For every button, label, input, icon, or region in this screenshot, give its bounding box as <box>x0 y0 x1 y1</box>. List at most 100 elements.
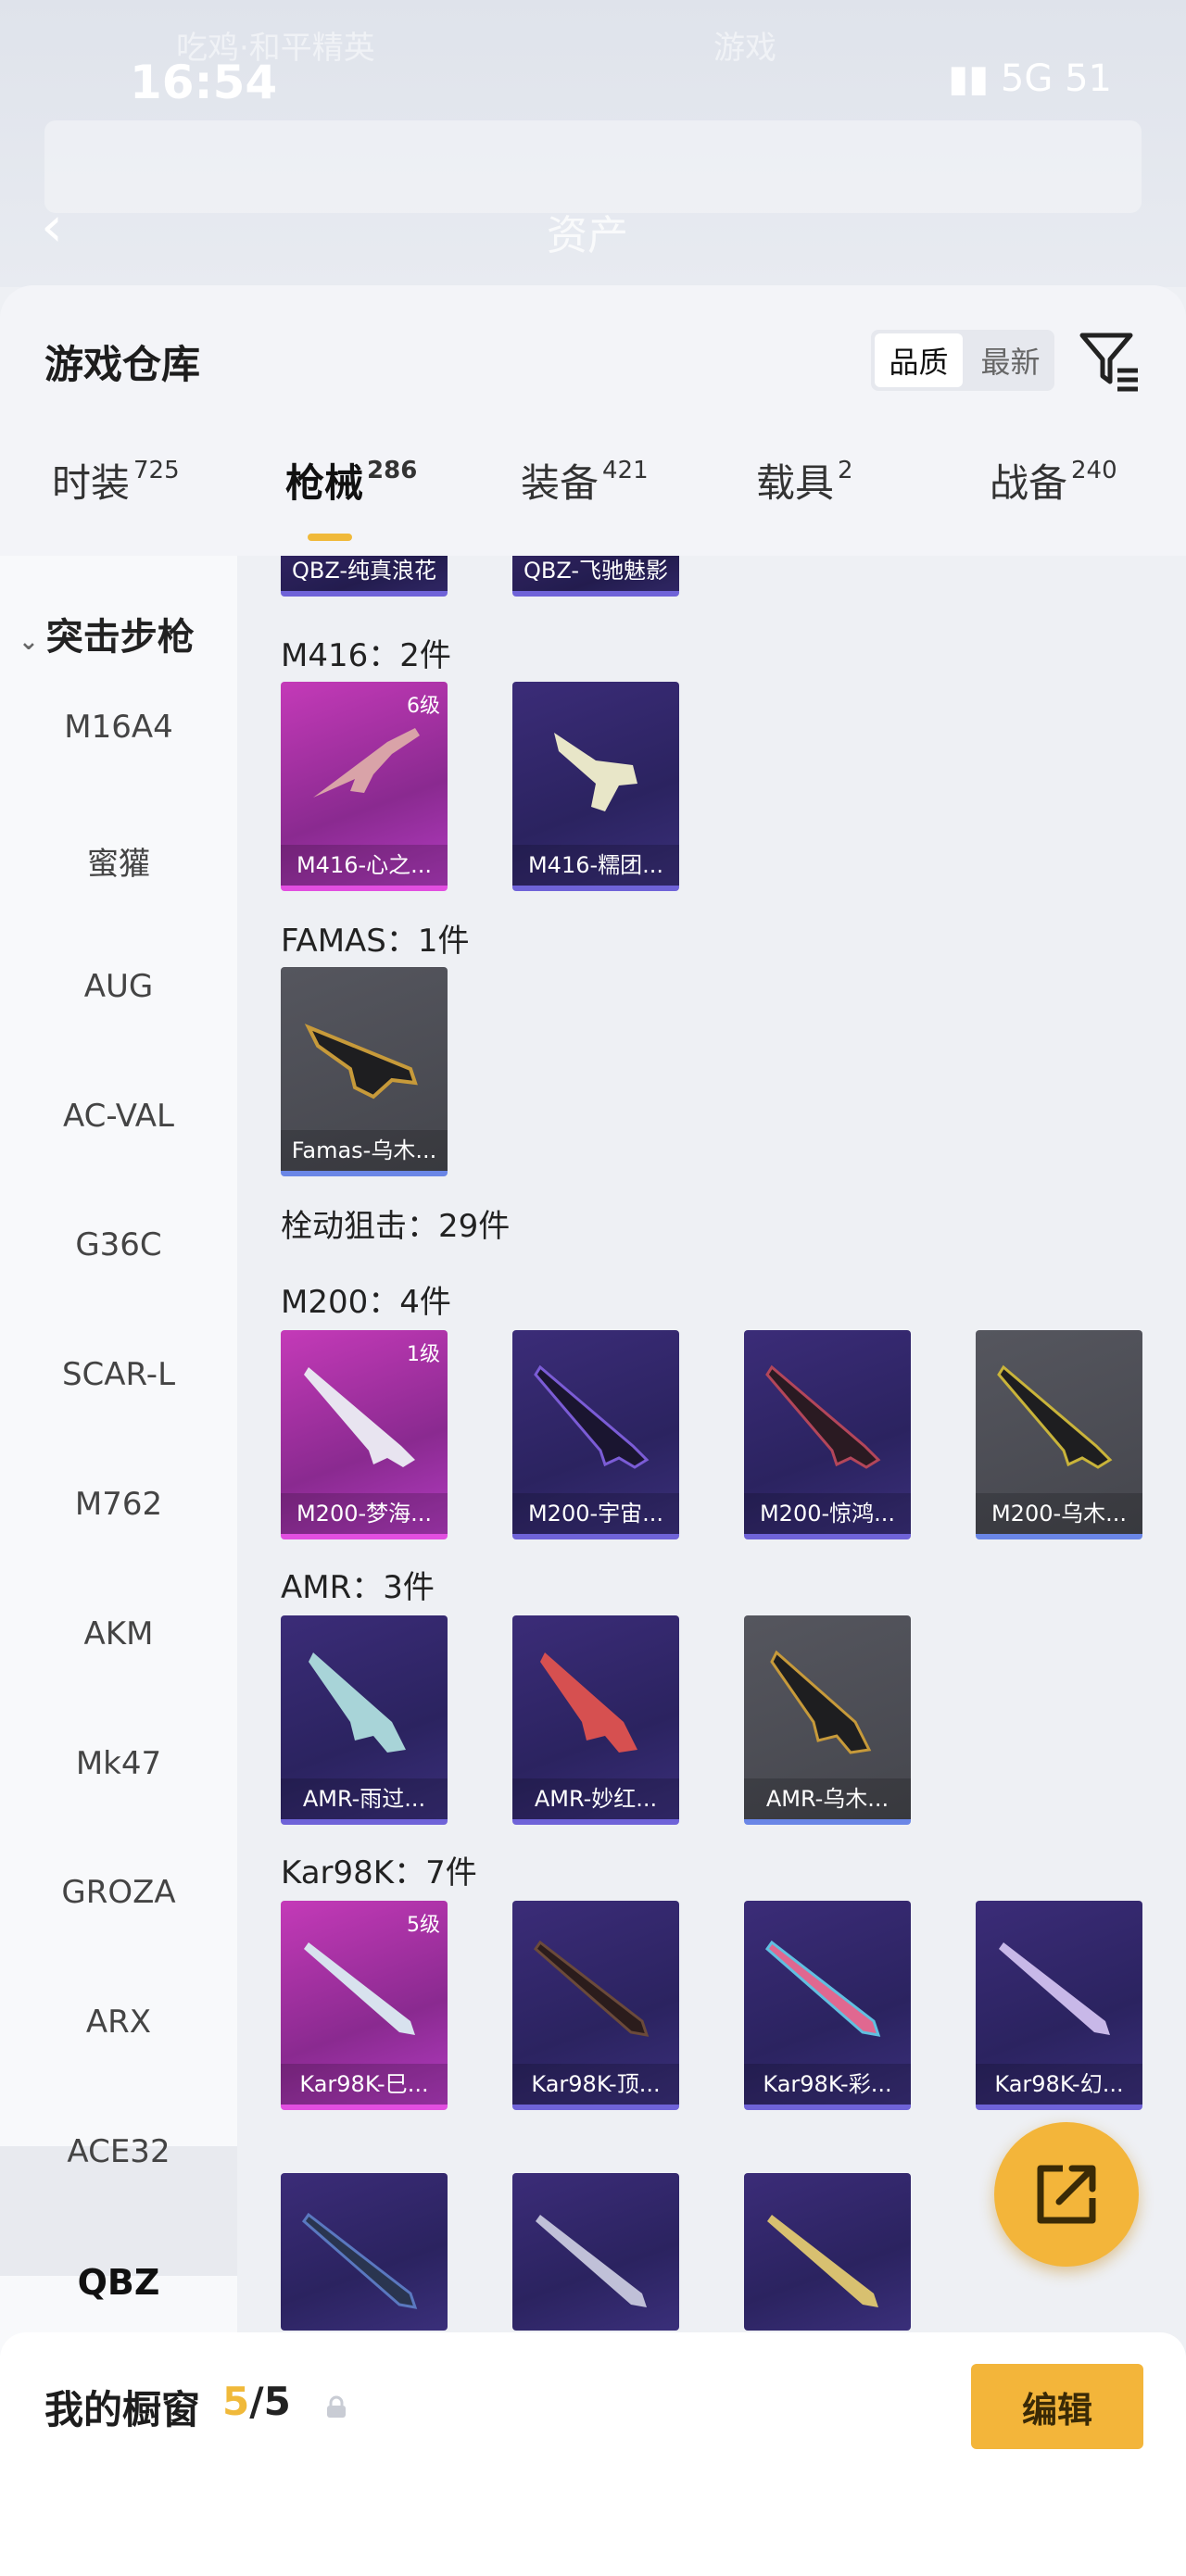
tab-label: 装备 <box>521 460 599 506</box>
sort-latest-button[interactable]: 最新 <box>966 330 1054 391</box>
tab-count: 725 <box>133 457 180 484</box>
sidebar-item[interactable]: M16A4 <box>0 709 237 746</box>
active-tab-indicator <box>308 534 352 541</box>
background-center-label: 资产 <box>547 212 628 259</box>
skin-name: M200-宇宙... <box>512 1493 679 1534</box>
skin-card[interactable]: QBZ-飞驰魅影 <box>512 556 679 597</box>
skin-card[interactable]: Famas-乌木... <box>281 967 448 1176</box>
group-label: M200：4件 <box>281 1284 451 1321</box>
skin-card[interactable]: AMR-雨过... <box>281 1615 448 1825</box>
sidebar-item[interactable]: AKM <box>0 1615 237 1652</box>
tab-label: 枪械 <box>285 460 364 506</box>
skin-name: M200-惊鸿... <box>744 1493 911 1534</box>
group-label: Kar98K：7件 <box>281 1854 477 1891</box>
showcase-title: 我的橱窗 <box>44 2387 201 2432</box>
battery-level: 51 <box>1065 57 1112 100</box>
skin-name: AMR-妙红... <box>512 1778 679 1819</box>
tab-vehicles[interactable]: 载具 2 <box>756 452 853 554</box>
tab-label: 载具 <box>756 460 835 506</box>
share-button[interactable] <box>994 2122 1139 2267</box>
gun-icon <box>770 1650 872 1754</box>
sidebar-section-header[interactable]: ⌄ 突击步枪 <box>19 607 195 660</box>
skin-card[interactable]: 1级 M200-梦海... <box>281 1330 448 1539</box>
back-icon[interactable]: ‹ <box>41 195 63 259</box>
sidebar-item[interactable]: ARX <box>0 2004 237 2041</box>
tab-count: 286 <box>367 457 418 484</box>
skin-name: QBZ-飞驰魅影 <box>512 556 679 591</box>
skin-card[interactable]: QBZ-纯真浪花 <box>281 556 448 597</box>
sidebar-item[interactable]: AC-VAL <box>0 1098 237 1135</box>
tab-outfit[interactable]: 时装 725 <box>52 452 180 554</box>
skin-card[interactable]: M200-乌木... <box>976 1330 1142 1539</box>
sort-quality-button[interactable]: 品质 <box>875 333 963 387</box>
sidebar-item[interactable]: GROZA <box>0 1874 237 1911</box>
skin-card[interactable]: AMR-妙红... <box>512 1615 679 1825</box>
sidebar-item[interactable]: AUG <box>0 968 237 1005</box>
gun-icon <box>533 1940 650 2037</box>
skin-card[interactable]: Kar98K-彩... <box>744 1901 911 2110</box>
skin-card[interactable]: M416-糯团... <box>512 682 679 891</box>
tab-count: 2 <box>838 457 853 484</box>
skin-card[interactable]: AMR-乌木... <box>744 1615 911 1825</box>
skin-name: M416-糯团... <box>512 845 679 886</box>
filter-icon[interactable] <box>1077 328 1143 395</box>
gun-icon <box>304 1024 418 1100</box>
skin-card[interactable]: 6级 M416-心之... <box>281 682 448 891</box>
skin-card[interactable]: 5级 Kar98K-巳... <box>281 1901 448 2110</box>
skin-name: Kar98K-顶... <box>512 2064 679 2105</box>
weapon-type-sidebar: ⌄ 突击步枪 M16A4 蜜獾 AUG AC-VAL G36C SCAR-L M7… <box>0 556 237 2510</box>
sidebar-item[interactable]: SCAR-L <box>0 1356 237 1393</box>
status-indicators: ▮▮ 5G 51 <box>948 57 1112 100</box>
skin-name: AMR-雨过... <box>281 1778 448 1819</box>
category-tabs: 时装 725 枪械 286 装备 421 载具 2 战备 240 <box>0 452 1186 554</box>
skin-name: M200-乌木... <box>976 1493 1142 1534</box>
tab-combat-gear[interactable]: 战备 240 <box>990 452 1117 554</box>
skin-card[interactable]: Kar98K-幻... <box>976 1901 1142 2110</box>
skin-card[interactable] <box>512 2173 679 2331</box>
sidebar-item[interactable]: 蜜獾 <box>0 838 237 884</box>
gun-icon <box>304 1942 415 2035</box>
tab-label: 战备 <box>990 460 1068 506</box>
background-stat-row <box>44 120 1142 213</box>
skin-card[interactable] <box>744 2173 911 2331</box>
lock-icon <box>327 2395 346 2418</box>
gun-icon <box>534 1364 650 1469</box>
gun-icon <box>999 1942 1110 2035</box>
background-header: 吃鸡·和平精英 游戏 16:54 ▮▮ 5G 51 ‹ 资产 <box>0 0 1186 287</box>
sheet-title: 游戏仓库 <box>44 342 201 387</box>
share-icon <box>1037 2165 1096 2224</box>
edit-button[interactable]: 编辑 <box>971 2364 1143 2449</box>
skin-name: M416-心之... <box>281 845 448 886</box>
skin-name: Famas-乌木... <box>281 1130 448 1171</box>
background-title-right: 游戏 <box>713 30 776 67</box>
showcase-bar: 我的橱窗 5/5 编辑 <box>0 2332 1186 2576</box>
tab-count: 421 <box>602 457 649 484</box>
sidebar-item-selected[interactable]: QBZ <box>0 2262 237 2303</box>
skin-card[interactable] <box>281 2173 448 2331</box>
skin-name: Kar98K-巳... <box>281 2064 448 2105</box>
skin-name: AMR-乌木... <box>744 1778 911 1819</box>
gun-icon <box>997 1364 1113 1469</box>
showcase-total: /5 <box>249 2379 291 2424</box>
skin-name: Kar98K-彩... <box>744 2064 911 2105</box>
sidebar-item[interactable]: Mk47 <box>0 1745 237 1782</box>
gun-icon <box>765 1364 881 1469</box>
sidebar-item[interactable]: M762 <box>0 1486 237 1523</box>
skin-card[interactable]: M200-惊鸿... <box>744 1330 911 1539</box>
group-label: AMR：3件 <box>281 1569 435 1606</box>
skin-name: M200-梦海... <box>281 1493 448 1534</box>
category-label: 栓动狙击：29件 <box>281 1208 511 1245</box>
skin-card[interactable]: M200-宇宙... <box>512 1330 679 1539</box>
group-label: FAMAS：1件 <box>281 923 470 960</box>
tab-label: 时装 <box>52 460 131 506</box>
skin-card[interactable]: Kar98K-顶... <box>512 1901 679 2110</box>
group-label: M416：2件 <box>281 637 451 674</box>
tab-equipment[interactable]: 装备 421 <box>521 452 649 554</box>
sidebar-section-label: 突击步枪 <box>45 616 195 659</box>
gun-icon <box>540 1652 637 1753</box>
chevron-down-icon: ⌄ <box>19 628 39 656</box>
signal-icon: ▮▮ <box>948 57 990 100</box>
gun-icon <box>301 2212 418 2309</box>
sidebar-item[interactable]: ACE32 <box>0 2133 237 2170</box>
sidebar-item[interactable]: G36C <box>0 1226 237 1263</box>
